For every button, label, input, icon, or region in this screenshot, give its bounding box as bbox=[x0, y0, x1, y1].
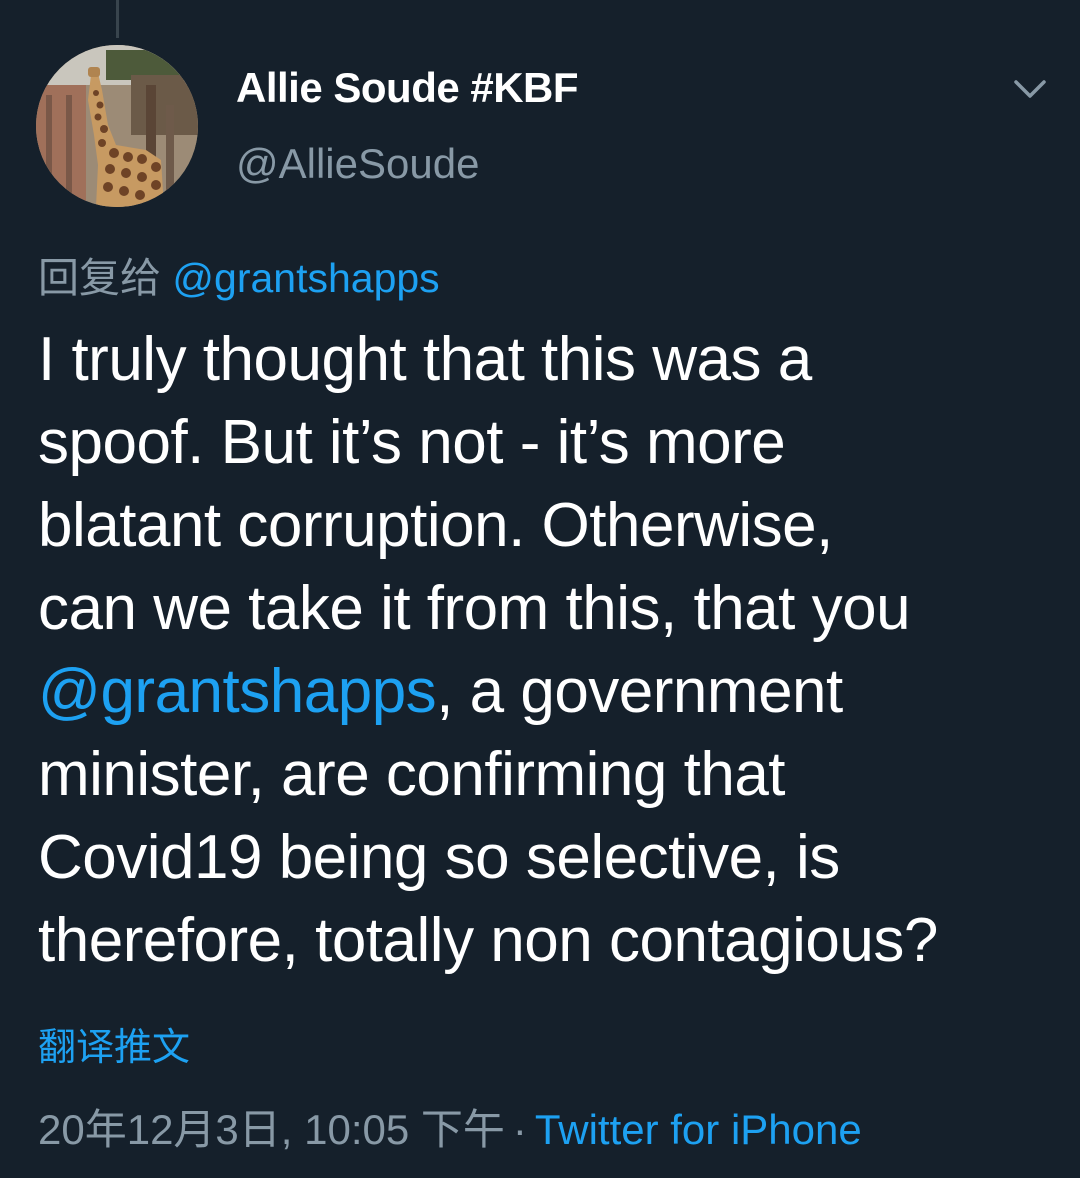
tweet-text-line: Covid19 being so selective, is bbox=[38, 823, 840, 892]
author-handle[interactable]: @AllieSoude bbox=[236, 140, 479, 188]
giraffe-avatar-image bbox=[36, 45, 198, 207]
tweet-text-line: I truly thought that this was a bbox=[38, 325, 812, 394]
tweet-text-line-with-mention: @grantshapps, a government bbox=[38, 650, 1048, 733]
translate-tweet-link[interactable]: 翻译推文 bbox=[38, 1016, 190, 1071]
meta-separator: · bbox=[512, 1106, 527, 1153]
tweet-mention-link[interactable]: @grantshapps bbox=[38, 657, 437, 726]
reply-context: 回复给 @grantshapps bbox=[38, 244, 440, 304]
tweet-text-line: minister, are confirming that bbox=[38, 740, 786, 809]
tweet-source-link[interactable]: Twitter for iPhone bbox=[535, 1106, 862, 1153]
chevron-down-icon bbox=[1014, 80, 1046, 98]
author-display-name[interactable]: Allie Soude #KBF bbox=[236, 64, 579, 112]
tweet-timestamp[interactable]: 20年12月3日, 10:05 下午 bbox=[38, 1106, 505, 1153]
tweet-metadata: 20年12月3日, 10:05 下午 · Twitter for iPhone bbox=[38, 1096, 862, 1157]
avatar[interactable] bbox=[36, 45, 198, 207]
reply-prefix: 回复给 bbox=[38, 255, 161, 301]
tweet-text-line: therefore, totally non contagious? bbox=[38, 906, 938, 975]
thread-connector-line bbox=[116, 0, 119, 38]
reply-mention-link[interactable]: @grantshapps bbox=[172, 255, 439, 301]
tweet-text-line: can we take it from this, that you bbox=[38, 574, 911, 643]
tweet-text-line: spoof. But it’s not - it’s more bbox=[38, 408, 786, 477]
tweet-menu-button[interactable] bbox=[1010, 72, 1050, 104]
tweet-text-fragment: , a government bbox=[436, 657, 843, 726]
tweet-body: I truly thought that this was a spoof. B… bbox=[38, 318, 1048, 982]
tweet-text-line: blatant corruption. Otherwise, bbox=[38, 491, 833, 560]
